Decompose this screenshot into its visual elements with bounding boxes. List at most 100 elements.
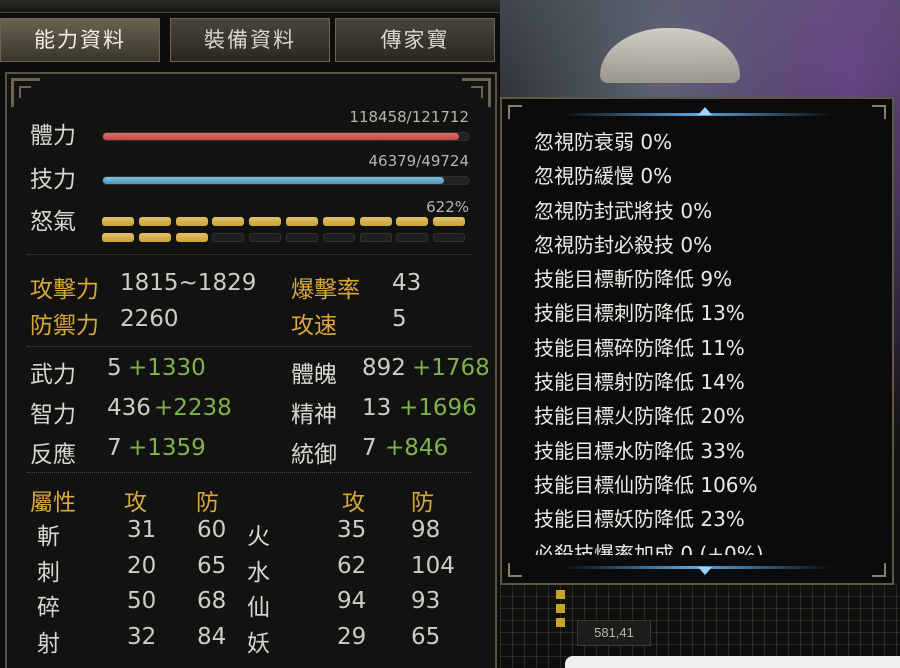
attr-base: 892 — [362, 355, 406, 381]
mp-label: 技力 — [30, 167, 76, 193]
element-header-def: 防 — [196, 490, 219, 516]
rage-cell — [212, 217, 245, 226]
element-def: 65 — [411, 623, 441, 650]
rage-cell — [175, 233, 208, 242]
rage-cell — [175, 217, 208, 226]
defense-label: 防禦力 — [30, 313, 99, 339]
crit-label: 爆擊率 — [291, 277, 360, 303]
element-def: 60 — [197, 517, 227, 543]
tooltip-item: 忽視防緩慢 0% — [534, 164, 673, 189]
element-name: 火 — [247, 524, 270, 550]
element-atk: 50 — [127, 588, 157, 614]
tooltip-item: 必殺技爆率加成 0 (+0%) — [534, 541, 764, 555]
tooltip-item: 忽視防封必殺技 0% — [534, 232, 713, 257]
tooltip-bottom-glow — [562, 566, 832, 569]
rage-cell — [286, 233, 318, 242]
divider — [27, 472, 471, 473]
element-atk: 31 — [127, 517, 157, 543]
divider — [27, 346, 471, 347]
rage-cell — [249, 217, 282, 226]
rage-cell — [433, 233, 466, 242]
attr-bonus: +1696 — [399, 395, 477, 421]
scroll-down-icon[interactable] — [698, 567, 712, 575]
scroll-up-icon[interactable] — [698, 107, 712, 115]
element-def: 84 — [197, 623, 227, 650]
rage-cell — [286, 217, 318, 226]
tooltip-item: 技能目標碎防降低 11% — [534, 335, 745, 360]
rage-label: 怒氣 — [30, 209, 76, 235]
tooltip-item: 技能目標妖防降低 23% — [534, 507, 745, 532]
element-header-title: 屬性 — [30, 490, 76, 516]
attr-label: 統御 — [291, 442, 337, 468]
rage-value: 622% — [426, 198, 469, 216]
attr-bonus: +1768 — [412, 355, 490, 381]
element-name: 刺 — [37, 559, 60, 586]
element-atk: 29 — [337, 623, 367, 650]
element-name: 妖 — [247, 630, 270, 657]
window-top-border — [0, 0, 500, 13]
element-atk: 62 — [337, 552, 367, 579]
element-name: 射 — [37, 630, 60, 657]
attr-label: 體魄 — [291, 362, 337, 388]
tooltip-item: 技能目標仙防降低 106% — [534, 472, 758, 497]
attr-bonus: +846 — [385, 435, 449, 461]
pavilion-roof — [600, 28, 740, 83]
element-name: 斬 — [37, 524, 60, 550]
element-header-atk: 攻 — [342, 490, 365, 516]
element-def: 65 — [197, 552, 227, 579]
defense-value: 2260 — [120, 306, 179, 332]
attr-base: 13 — [362, 395, 392, 421]
attr-bonus: +1359 — [128, 435, 206, 461]
rage-cell — [359, 233, 392, 242]
element-atk: 32 — [127, 623, 157, 650]
tooltip-item: 技能目標水防降低 33% — [534, 438, 745, 463]
tooltip-list: 忽視防衰弱 0% 忽視防緩慢 0% 忽視防封武將技 0% 忽視防封必殺技 0% 技能目標… — [534, 125, 884, 555]
tooltip-item: 忽視防封武將技 0% — [534, 198, 713, 223]
tab-equipment[interactable]: 裝備資料 — [170, 18, 330, 62]
element-def: 98 — [411, 517, 441, 543]
divider — [27, 254, 471, 255]
rage-cell — [396, 217, 429, 226]
attr-base: 7 — [107, 435, 122, 461]
rage-cell — [322, 217, 355, 226]
rage-cell — [102, 217, 134, 226]
rage-cell — [249, 233, 282, 242]
tooltip-item: 技能目標斬防降低 9% — [534, 267, 733, 292]
rage-cell — [433, 217, 466, 226]
mp-bar — [102, 176, 470, 185]
attr-label: 反應 — [30, 442, 76, 468]
tooltip-corner — [508, 563, 522, 577]
map-coordinates: 581,41 — [577, 620, 651, 646]
element-header-atk: 攻 — [124, 490, 147, 516]
attr-base: 436 — [107, 395, 151, 421]
hp-bar — [102, 132, 470, 141]
attr-bonus: +1330 — [128, 355, 206, 381]
attr-bonus: +2238 — [154, 395, 232, 421]
element-name: 仙 — [247, 595, 270, 621]
rage-cell — [396, 233, 429, 242]
tab-heirloom[interactable]: 傳家寶 — [335, 18, 495, 62]
tab-ability[interactable]: 能力資料 — [0, 18, 160, 62]
rage-cell — [102, 233, 134, 242]
tooltip-item: 技能目標射防降低 14% — [534, 370, 745, 395]
tooltip-item: 技能目標火防降低 20% — [534, 404, 745, 429]
tooltip-corner — [872, 105, 886, 119]
tooltip-item: 技能目標刺防降低 13% — [534, 301, 745, 326]
attr-label: 精神 — [291, 402, 337, 428]
rage-cell — [212, 233, 245, 242]
mp-value: 46379/49724 — [368, 152, 470, 170]
attr-base: 5 — [107, 355, 122, 381]
mp-bar-fill — [103, 177, 445, 184]
tooltip-corner — [508, 105, 522, 119]
attr-label: 智力 — [30, 402, 76, 428]
hp-value: 118458/121712 — [349, 108, 469, 126]
hp-bar-fill — [103, 133, 460, 140]
ornament-corner — [462, 78, 491, 107]
element-name: 碎 — [37, 595, 60, 621]
hp-label: 體力 — [30, 123, 76, 149]
attack-value: 1815~1829 — [120, 270, 257, 296]
element-atk: 35 — [337, 517, 367, 543]
gold-markers — [556, 590, 565, 632]
element-def: 68 — [197, 588, 227, 614]
element-atk: 94 — [337, 588, 367, 614]
